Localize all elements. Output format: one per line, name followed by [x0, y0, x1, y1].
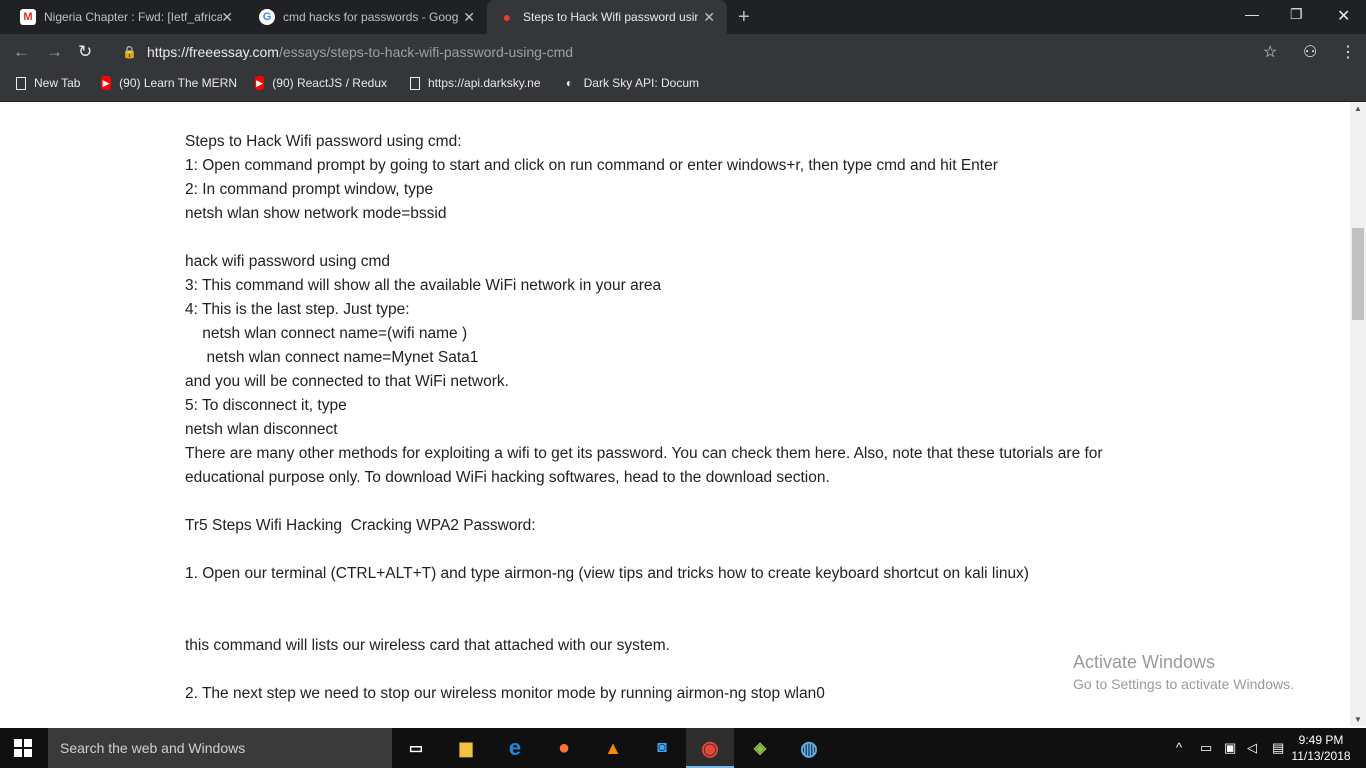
camera-app-icon[interactable]: ◙: [650, 736, 674, 760]
scroll-thumb[interactable]: [1352, 228, 1364, 320]
tab-title: cmd hacks for passwords - Goog: [283, 10, 458, 24]
article-line: Steps to Hack Wifi password using cmd:: [185, 133, 462, 150]
url-host: https://freeessay.com: [146, 44, 279, 60]
page-scrollbar[interactable]: ▲ ▼: [1350, 102, 1366, 726]
clock-time: 9:49 PM: [1298, 733, 1344, 747]
network-icon[interactable]: ▣: [1224, 740, 1236, 756]
watermark-title: Activate Windows: [1073, 652, 1216, 672]
bookmark-star-icon[interactable]: ☆: [1263, 42, 1277, 62]
article-line: netsh wlan disconnect: [185, 421, 338, 438]
address-bar[interactable]: 🔒 https://freeessay.com/essays/steps-to-…: [108, 38, 1298, 66]
menu-icon[interactable]: ⋮: [1340, 42, 1356, 62]
page-icon: [16, 76, 26, 90]
article-line: [185, 658, 1145, 682]
bookmark-label: New Tab: [34, 76, 81, 90]
new-tab-button[interactable]: +: [738, 6, 750, 29]
tab-title: Steps to Hack Wifi password usin: [523, 10, 698, 24]
activate-windows-watermark: Activate Windows Go to Settings to activ…: [1073, 651, 1294, 695]
file-explorer-icon[interactable]: ▆: [454, 736, 478, 760]
bookmarks-bar: New Tab ▶ (90) Learn The MERN ▶ (90) Rea…: [0, 70, 1366, 102]
browser-toolbar: ← → ↻ 🔒 https://freeessay.com/essays/ste…: [0, 34, 1366, 70]
scroll-down-icon[interactable]: ▼: [1354, 715, 1362, 724]
clock-date: 11/13/2018: [1291, 749, 1351, 763]
tray-chevron-icon[interactable]: ^: [1176, 740, 1182, 755]
search-placeholder: Search the web and Windows: [60, 740, 246, 756]
article-line: 2. The next step we need to stop our wir…: [185, 685, 825, 702]
article-line: [185, 490, 1145, 514]
article-line: hack wifi password using cmd: [185, 253, 391, 270]
article-line: this command will lists our wireless car…: [185, 637, 670, 654]
google-icon: G: [259, 9, 275, 25]
page-icon: [410, 76, 420, 90]
back-icon[interactable]: ←: [13, 42, 30, 62]
chrome-icon[interactable]: ◉: [698, 736, 722, 760]
tab-active-article[interactable]: ● Steps to Hack Wifi password usin ✕: [487, 0, 727, 34]
taskbar-search-box[interactable]: Search the web and Windows: [48, 728, 392, 768]
minimize-icon[interactable]: —: [1245, 6, 1259, 22]
article-line: educational purpose only. To download Wi…: [185, 469, 830, 486]
battery-icon[interactable]: ▭: [1200, 740, 1212, 756]
article-line: netsh wlan connect name=Mynet Sata1: [185, 349, 479, 366]
article-line: [185, 610, 1145, 634]
bookmark-label: (90) ReactJS / Redux: [272, 76, 387, 90]
tab-gmail[interactable]: M Nigeria Chapter : Fwd: [Ietf_africa ✕: [0, 0, 245, 34]
taskbar-clock[interactable]: 9:49 PM 11/13/2018: [1290, 732, 1352, 764]
notifications-icon[interactable]: ▤: [1272, 740, 1284, 756]
youtube-icon: ▶: [255, 76, 265, 90]
close-window-icon[interactable]: ✕: [1337, 6, 1350, 26]
article-line: [185, 226, 1145, 250]
extension-icon[interactable]: ⚇: [1303, 42, 1317, 62]
restore-icon[interactable]: ❐: [1290, 6, 1303, 23]
darksky-icon: ◐: [565, 76, 573, 90]
article-line: Tr5 Steps Wifi Hacking Cracking WPA2 Pas…: [185, 517, 536, 534]
bookmark-new-tab[interactable]: New Tab: [16, 76, 96, 90]
bookmark-mern[interactable]: ▶ (90) Learn The MERN: [101, 76, 237, 90]
close-icon[interactable]: ✕: [221, 9, 233, 26]
reload-icon[interactable]: ↻: [78, 42, 92, 62]
vlc-icon[interactable]: ▲: [601, 736, 625, 760]
tab-strip: M Nigeria Chapter : Fwd: [Ietf_africa ✕ …: [0, 0, 1366, 34]
gmail-icon: M: [20, 9, 36, 25]
firefox-icon[interactable]: ●: [552, 736, 576, 760]
windows-start-icon[interactable]: [14, 739, 32, 757]
article-line: 3: This command will show all the availa…: [185, 277, 662, 294]
edge-icon[interactable]: e: [503, 735, 527, 760]
article-line: 4: This is the last step. Just type:: [185, 301, 410, 318]
bookmark-reactjs[interactable]: ▶ (90) ReactJS / Redux: [255, 76, 387, 90]
article-line: netsh wlan connect name=(wifi name ): [185, 325, 468, 342]
site-apple-icon: ●: [502, 9, 512, 25]
page-content: Steps to Hack Wifi password using cmd: 1…: [0, 102, 1350, 726]
article-line: 1: Open command prompt by going to start…: [185, 157, 998, 174]
close-icon[interactable]: ✕: [463, 9, 475, 26]
article-line: 5: To disconnect it, type: [185, 397, 347, 414]
bookmark-darksky-api[interactable]: https://api.darksky.ne: [410, 76, 546, 90]
scroll-up-icon[interactable]: ▲: [1354, 104, 1362, 113]
article-line: [185, 586, 1145, 610]
globe-app-icon[interactable]: ◍: [797, 736, 821, 760]
article-line: and you will be connected to that WiFi n…: [185, 373, 509, 390]
windows-taskbar: Search the web and Windows ▭ ▆ e ● ▲ ◙ ◉…: [0, 728, 1366, 768]
close-icon[interactable]: ✕: [703, 9, 715, 26]
article-line: [185, 538, 1145, 562]
article-line: 2: In command prompt window, type: [185, 181, 434, 198]
watermark-subtitle: Go to Settings to activate Windows.: [1073, 676, 1294, 692]
tab-google-search[interactable]: G cmd hacks for passwords - Goog ✕: [245, 0, 487, 34]
tab-title: Nigeria Chapter : Fwd: [Ietf_africa: [44, 10, 222, 24]
article-body: Steps to Hack Wifi password using cmd: 1…: [185, 130, 1145, 706]
bookmark-label: Dark Sky API: Docum: [583, 76, 699, 90]
article-line: netsh wlan show network mode=bssid: [185, 205, 447, 222]
bookmark-darksky-docs[interactable]: ◐ Dark Sky API: Docum: [563, 76, 699, 90]
task-view-icon[interactable]: ▭: [404, 736, 428, 760]
bookmark-label: https://api.darksky.ne: [428, 76, 541, 90]
bookmark-label: (90) Learn The MERN: [119, 76, 237, 90]
article-line: There are many other methods for exploit…: [185, 445, 1103, 462]
youtube-icon: ▶: [101, 76, 112, 90]
volume-icon[interactable]: ◁: [1247, 740, 1257, 756]
url-path: /essays/steps-to-hack-wifi-password-usin…: [278, 44, 574, 60]
forward-icon[interactable]: →: [46, 42, 63, 62]
article-line: 1. Open our terminal (CTRL+ALT+T) and ty…: [185, 565, 1029, 582]
bluestacks-icon[interactable]: ◈: [748, 736, 772, 760]
lock-icon: 🔒: [122, 45, 137, 59]
